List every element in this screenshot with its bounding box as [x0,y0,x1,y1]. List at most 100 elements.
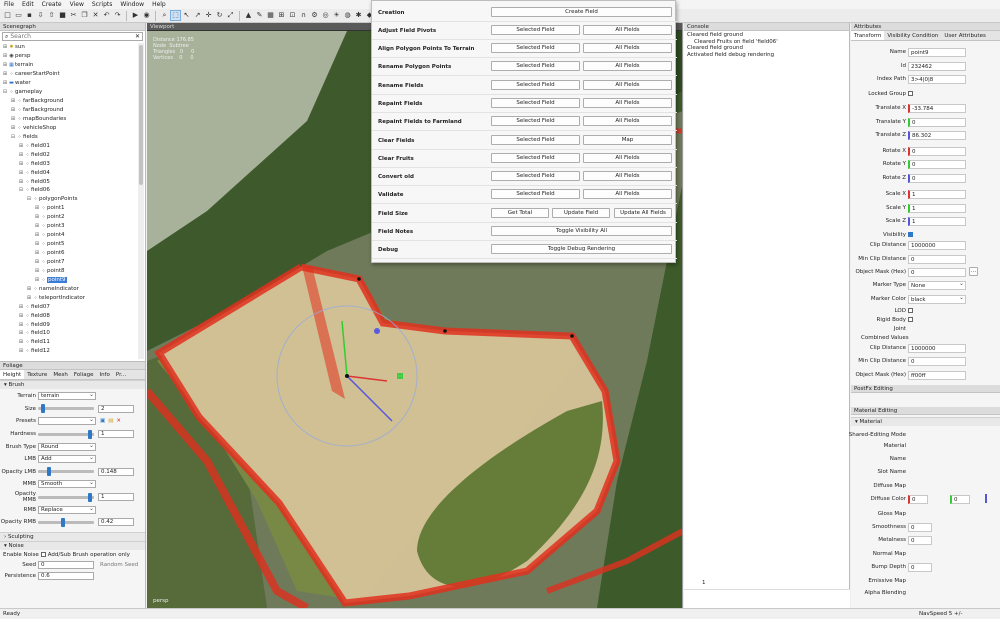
tab-user-attributes[interactable]: User Attributes [941,31,988,40]
lmb-select[interactable]: Add [38,454,96,464]
delete-icon[interactable]: ✕ [91,11,100,20]
tree-item[interactable]: ⊞ ⁘ careerStartPoint [0,70,138,79]
eye-icon[interactable]: ◉ [142,11,151,20]
tab-transform[interactable]: Transform [851,31,885,40]
move-icon[interactable]: ✛ [204,11,213,20]
menu-edit[interactable]: Edit [22,1,34,8]
delete-preset-icon[interactable]: ✕ [116,418,121,424]
marker-type-field[interactable]: None [908,280,966,290]
tree-item[interactable]: ⊞ ⁘ field04 [0,168,138,177]
tree-item[interactable]: ⊞ ◉ persp [0,52,138,61]
convert-old-selected-field-button[interactable]: Selected Field [491,171,580,181]
size-input[interactable]: 2 [98,404,134,413]
marker-color-field[interactable]: black [908,294,966,304]
presets-select[interactable] [38,416,96,426]
opacity-lmb-slider[interactable] [38,467,94,477]
adjust-field-pivots-all-fields-button[interactable]: All Fields [583,25,672,35]
lasso-icon[interactable]: ↗ [193,11,202,20]
combined-clip-distance-field[interactable]: 1000000 [908,343,966,353]
opacity-rmb-slider[interactable] [38,517,94,527]
snap-icon[interactable]: ⊞ [277,11,286,20]
lod-checkbox[interactable] [908,308,913,313]
opacity-lmb-input[interactable]: 0.148 [98,467,134,476]
opacity-lmb-handle[interactable] [47,467,51,477]
diffuse-color-field[interactable]: 0 [908,494,928,504]
tree-item[interactable]: ⊞ ⁘ point4 [0,231,138,240]
diffuse-color-b-swatch[interactable] [985,494,987,503]
save-icon[interactable]: ▪ [25,11,34,20]
diffuse-color-g-field[interactable]: 0 [950,494,970,504]
tree-item[interactable]: ⊞ ⁘ point6 [0,249,138,258]
adjust-field-pivots-selected-field-button[interactable]: Selected Field [491,25,580,35]
hardness-input[interactable]: 1 [98,430,134,439]
tab-foliage[interactable]: Foliage [71,370,97,379]
scale-x-field[interactable]: 1 [908,189,966,199]
tree-item[interactable]: ⊞ ⁘ field07 [0,302,138,311]
hardness-slider-handle[interactable] [88,429,92,439]
tree-item[interactable]: ⊞ ⁘ point9 [0,275,138,284]
opacity-rmb-input[interactable]: 0.42 [98,518,134,527]
tree-item[interactable]: ⊞ ▦ terrain [0,61,138,70]
tree-item[interactable]: ⊞ ⁘ point1 [0,204,138,213]
tree-item[interactable]: ⊞ ⁘ farBackground [0,106,138,115]
index-path-field[interactable]: 3>4|0|8 [908,74,966,84]
id-field[interactable]: 232462 [908,61,966,71]
camera-icon[interactable]: ◎ [321,11,330,20]
noise-section[interactable]: ▾ Noise [0,540,145,550]
size-slider[interactable] [38,404,94,414]
tree-item[interactable]: ⊞ ✹ sun [0,43,138,52]
tree-item[interactable]: ⊞ ⁘ point8 [0,266,138,275]
sculpting-section[interactable]: › Sculpting [0,531,145,541]
translate-z-field[interactable]: 86.302 [908,130,966,140]
undo-icon[interactable]: ↶ [102,11,111,20]
tree-item[interactable]: ⊟ ⁘ polygonPoints [0,195,138,204]
folder-icon[interactable]: ▤ [108,418,113,424]
scrollbar-thumb[interactable] [139,45,143,185]
smoothness-field[interactable]: 0 [908,522,932,532]
translate-y-field[interactable]: 0 [908,117,966,127]
validate-selected-field-button[interactable]: Selected Field [491,189,580,199]
console-input[interactable] [684,589,850,608]
metalness-field[interactable]: 0 [908,535,932,545]
tree-item[interactable]: ⊞ ⁘ field09 [0,320,138,329]
material-editing-header[interactable]: Material Editing [851,407,1000,415]
tree-item[interactable]: ⊞ ▬ water [0,79,138,88]
clear-fruits-selected-field-button[interactable]: Selected Field [491,153,580,163]
tree-item[interactable]: ⊞ ⁘ nameIndicator [0,284,138,293]
rotate-y-field[interactable]: 0 [908,159,966,169]
globe-icon[interactable]: ◍ [343,11,352,20]
tab-pr[interactable]: Pr... [113,370,129,379]
opacity-rmb-handle[interactable] [61,517,65,527]
locked-group-checkbox[interactable] [908,91,913,96]
persistence-input[interactable]: 0.6 [38,572,94,581]
tree-item[interactable]: ⊞ ⁘ point5 [0,240,138,249]
opacity-mmb-slider[interactable] [38,492,94,502]
menu-file[interactable]: File [4,1,14,8]
menu-create[interactable]: Create [42,1,62,8]
tree-item[interactable]: ⊟ ⁘ field06 [0,186,138,195]
hardness-slider[interactable] [38,429,94,439]
tab-texture[interactable]: Texture [24,370,50,379]
validate-all-fields-button[interactable]: All Fields [583,189,672,199]
close-icon[interactable]: ✕ [135,33,142,40]
rotate-x-field[interactable]: 0 [908,146,966,156]
particles-icon[interactable]: ✱ [354,11,363,20]
creation-create-field-button[interactable]: Create Field [491,7,672,17]
menu-view[interactable]: View [70,1,84,8]
rotate-z-field[interactable]: 0 [908,173,966,183]
magnet-icon[interactable]: ∩ [299,11,308,20]
tree-item[interactable]: ⊞ ⁘ vehicleShop [0,123,138,132]
search-input[interactable] [10,33,121,40]
select-tool-icon[interactable]: ⬚ [170,10,181,21]
rename-fields-all-fields-button[interactable]: All Fields [583,80,672,90]
copy-icon[interactable]: ❐ [80,11,89,20]
tree-item[interactable]: ⊞ ⁘ field02 [0,150,138,159]
opacity-mmb-input[interactable]: 1 [98,493,134,502]
seed-input[interactable]: 0 [38,561,94,570]
scale-z-field[interactable]: 1 [908,216,966,226]
rename-polygon-points-selected-field-button[interactable]: Selected Field [491,61,580,71]
open-file-icon[interactable]: ▭ [14,11,23,20]
combined-object-mask-field[interactable]: ff00ff [908,370,966,380]
combined-min-clip-distance-field[interactable]: 0 [908,356,966,366]
export-icon[interactable]: ⇧ [47,11,56,20]
